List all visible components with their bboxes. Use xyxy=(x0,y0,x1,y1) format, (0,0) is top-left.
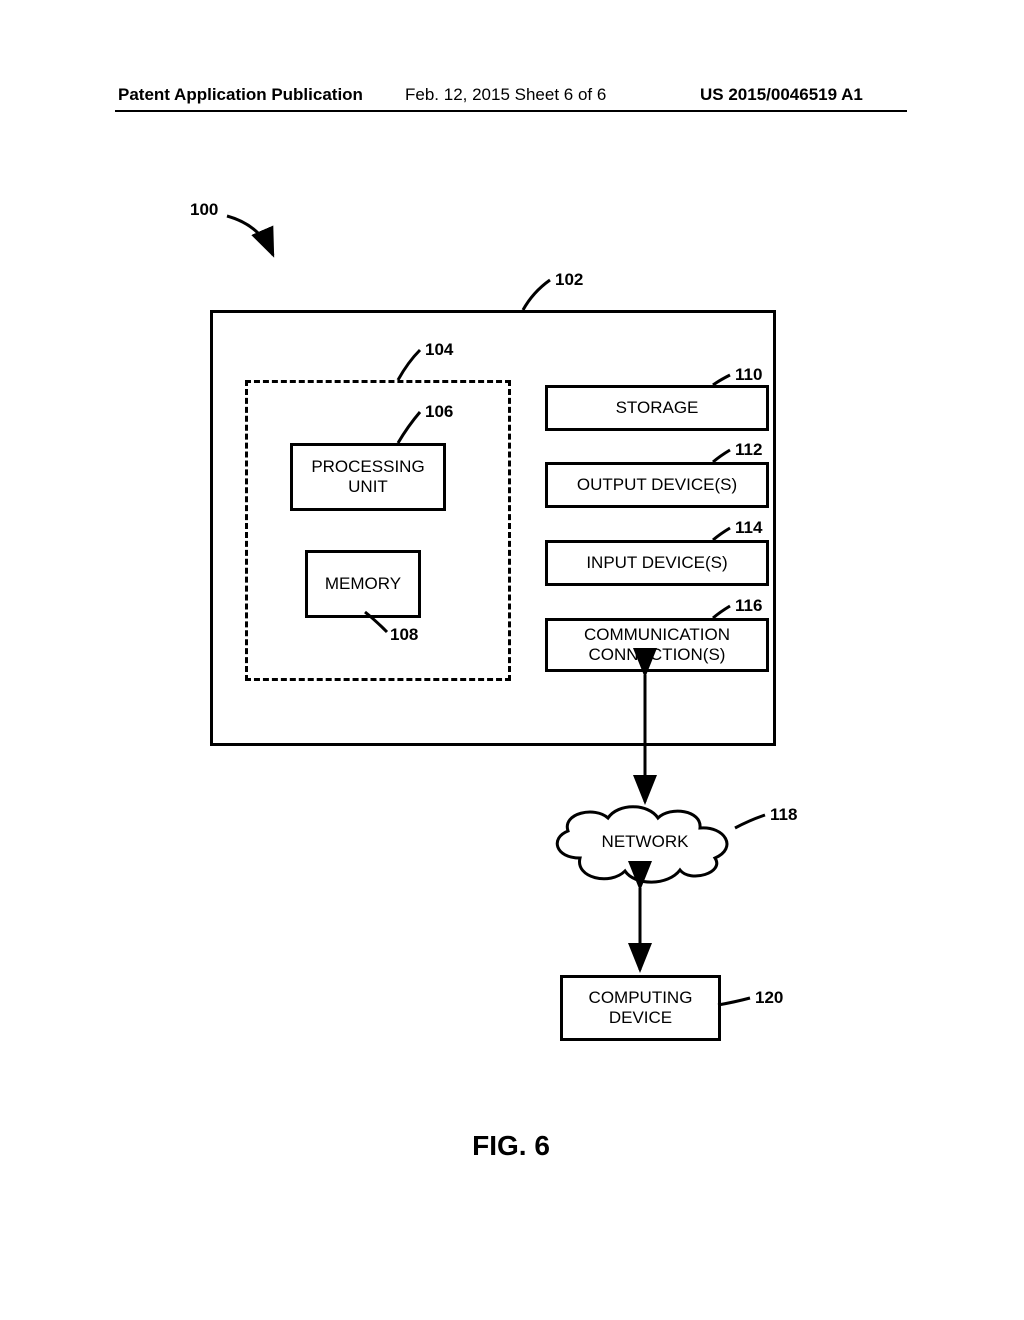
comm-label: COMMUNICATION CONNECTION(S) xyxy=(584,625,730,666)
header-left: Patent Application Publication xyxy=(118,85,363,105)
computing-device-box: COMPUTING DEVICE xyxy=(560,975,721,1041)
ref-112: 112 xyxy=(735,440,762,460)
network-text: NETWORK xyxy=(540,832,750,852)
dashed-box-104 xyxy=(245,380,511,681)
ref-108: 108 xyxy=(390,625,418,645)
diagram: 100 102 104 PROCESSING UNIT 106 MEMORY 1… xyxy=(115,200,907,1160)
input-label: INPUT DEVICE(S) xyxy=(586,553,727,573)
ref-106: 106 xyxy=(425,402,453,422)
memory-label: MEMORY xyxy=(325,574,401,594)
ref-102: 102 xyxy=(555,270,583,290)
computing-device-label: COMPUTING DEVICE xyxy=(589,988,693,1029)
input-box: INPUT DEVICE(S) xyxy=(545,540,769,586)
comm-box: COMMUNICATION CONNECTION(S) xyxy=(545,618,769,672)
processing-unit-label: PROCESSING UNIT xyxy=(311,457,424,498)
ref-100: 100 xyxy=(190,200,218,220)
storage-box: STORAGE xyxy=(545,385,769,431)
output-label: OUTPUT DEVICE(S) xyxy=(577,475,737,495)
header-rule xyxy=(115,110,907,112)
ref-114: 114 xyxy=(735,518,762,538)
ref-110: 110 xyxy=(735,365,762,385)
storage-label: STORAGE xyxy=(616,398,699,418)
page: Patent Application Publication Feb. 12, … xyxy=(0,0,1024,1320)
ref-120: 120 xyxy=(755,988,783,1008)
header-middle: Feb. 12, 2015 Sheet 6 of 6 xyxy=(405,85,606,105)
ref-116: 116 xyxy=(735,596,762,616)
memory-box: MEMORY xyxy=(305,550,421,618)
processing-unit-box: PROCESSING UNIT xyxy=(290,443,446,511)
ref-104: 104 xyxy=(425,340,453,360)
figure-title: FIG. 6 xyxy=(115,1130,907,1162)
output-box: OUTPUT DEVICE(S) xyxy=(545,462,769,508)
network-cloud: NETWORK xyxy=(540,798,750,888)
ref-118: 118 xyxy=(770,805,797,825)
header-right: US 2015/0046519 A1 xyxy=(700,85,863,105)
